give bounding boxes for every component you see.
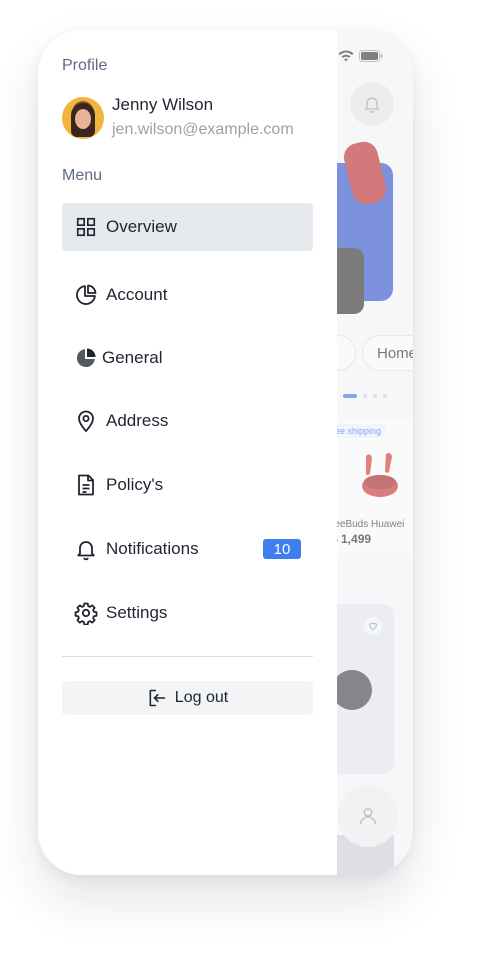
pie-chart-filled-icon	[74, 346, 98, 370]
menu-item-policys[interactable]: Policy's	[62, 461, 313, 509]
menu-item-label: Account	[106, 285, 168, 304]
menu-item-label: Notifications	[106, 539, 199, 558]
menu-item-label: Settings	[106, 603, 168, 622]
avatar[interactable]	[62, 97, 104, 139]
menu-item-settings[interactable]: Settings	[62, 589, 313, 637]
map-pin-icon	[74, 409, 98, 433]
divider	[62, 656, 313, 657]
menu-item-overview[interactable]: Overview	[62, 203, 313, 251]
side-drawer: Profile Jenny Wilson jen.wilson@example.…	[38, 30, 337, 875]
menu-item-label: Address	[106, 411, 169, 430]
menu-item-notifications[interactable]: Notifications 10	[62, 525, 313, 573]
profile-heading: Profile	[62, 57, 108, 74]
pie-chart-outline-icon	[74, 283, 98, 307]
document-icon	[74, 473, 98, 497]
menu-item-address[interactable]: Address	[62, 397, 313, 445]
logout-label: Log out	[174, 689, 229, 706]
menu-item-label: General	[102, 348, 163, 367]
notification-count-badge: 10	[263, 539, 301, 559]
user-email: jen.wilson@example.com	[112, 121, 294, 138]
menu-item-label: Overview	[106, 217, 177, 236]
menu-item-general[interactable]: General	[62, 334, 313, 382]
bell-icon	[74, 537, 98, 561]
gear-icon	[74, 601, 98, 625]
logout-icon	[149, 689, 166, 707]
menu-item-account[interactable]: Account	[62, 271, 313, 319]
menu-item-label: Policy's	[106, 475, 164, 494]
phone-frame: Home ree shipping reeBuds Huawei $ 1,499	[38, 30, 413, 875]
logout-button[interactable]: Log out	[62, 681, 313, 715]
user-name: Jenny Wilson	[112, 95, 214, 114]
grid-icon	[74, 215, 98, 239]
menu-heading: Menu	[62, 167, 103, 184]
